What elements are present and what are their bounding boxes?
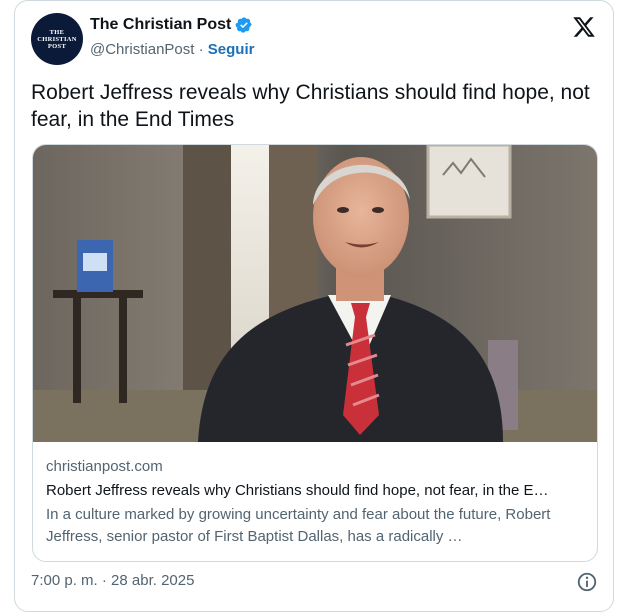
link-description: In a culture marked by growing uncertain…	[46, 506, 551, 545]
link-preview-card[interactable]: christianpost.com Robert Jeffress reveal…	[32, 144, 598, 562]
follow-button[interactable]: Seguir	[208, 41, 255, 58]
avatar[interactable]: THE CHRISTIAN POST	[31, 13, 83, 65]
link-title[interactable]: Robert Jeffress reveals why Christians s…	[46, 480, 591, 502]
tweet-header: THE CHRISTIAN POST The Christian Post @C…	[31, 13, 606, 65]
tweet-timestamp[interactable]: 7:00 p. m. · 28 abr. 2025	[31, 572, 194, 589]
display-name[interactable]: The Christian Post	[90, 16, 231, 34]
article-photo[interactable]	[33, 145, 598, 442]
tweet-text: Robert Jeffress reveals why Christians s…	[31, 81, 590, 131]
avatar-text-line: THE	[49, 28, 65, 36]
link-meta: christianpost.com Robert Jeffress reveal…	[46, 457, 591, 548]
verified-badge-icon	[235, 17, 253, 33]
author-name-row: The Christian Post	[90, 16, 253, 34]
link-domain[interactable]: christianpost.com	[46, 457, 591, 477]
handle[interactable]: @ChristianPost	[90, 41, 194, 58]
handle-row: @ChristianPost · Seguir	[90, 41, 254, 58]
x-logo-icon[interactable]	[572, 15, 596, 39]
avatar-text-line: POST	[47, 42, 67, 50]
separator: ·	[198, 41, 204, 58]
avatar-text-line: CHRISTIAN	[37, 35, 77, 43]
info-icon[interactable]	[576, 571, 598, 593]
